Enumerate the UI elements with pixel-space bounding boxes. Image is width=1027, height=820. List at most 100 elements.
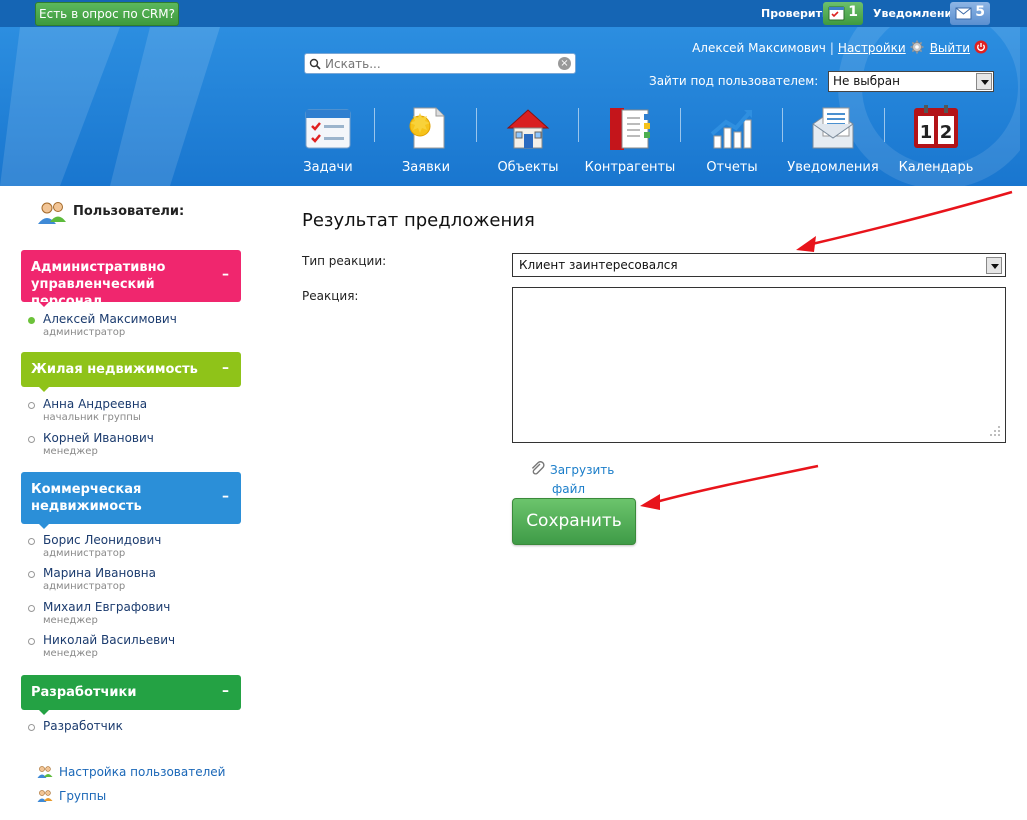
nav-reports[interactable]: Отчеты: [682, 104, 782, 175]
nav-separator: [884, 108, 885, 142]
nav-label: Объекты: [497, 160, 559, 175]
paperclip-icon: [531, 461, 545, 475]
logout-link[interactable]: Выйти: [930, 41, 970, 55]
objects-icon: [506, 109, 550, 149]
page-title: Результат предложения: [302, 210, 535, 231]
person-role: менеджер: [43, 446, 98, 457]
check-label: Проверить: [761, 7, 829, 20]
clear-icon[interactable]: ×: [558, 57, 571, 70]
collapse-icon[interactable]: –: [222, 489, 229, 506]
person-role: менеджер: [43, 615, 98, 626]
svg-text:1: 1: [920, 122, 933, 143]
nav-contractors[interactable]: Контрагенты: [580, 104, 680, 175]
collapse-icon[interactable]: –: [222, 673, 229, 708]
sidebar: Пользователи: Административно управленче…: [0, 186, 260, 820]
collapse-icon[interactable]: –: [222, 267, 229, 284]
save-button[interactable]: Сохранить: [512, 498, 636, 545]
sidebar-title: Пользователи:: [36, 202, 185, 224]
user-settings-link[interactable]: Настройка пользователей: [37, 765, 225, 779]
chevron-down-icon[interactable]: [986, 257, 1002, 274]
person-name: Марина Ивановна: [43, 566, 156, 580]
group-developers[interactable]: Разработчики –: [21, 673, 241, 715]
svg-text:2: 2: [940, 122, 953, 143]
header-decoration: [0, 27, 220, 186]
separator: |: [829, 41, 834, 55]
upload-text-line2: файл: [552, 482, 586, 496]
annotation-arrow: [796, 190, 1013, 252]
check-badge[interactable]: 1: [823, 2, 863, 25]
check-count: 1: [848, 4, 858, 20]
gear-icon[interactable]: [910, 40, 924, 54]
top-bar: Есть в опрос по CRM? Проверить 1 Уведомл…: [0, 0, 1027, 27]
power-icon[interactable]: [974, 40, 988, 54]
user-line: Алексей Максимович | Настройки Выйти: [692, 40, 994, 55]
collapse-icon[interactable]: –: [222, 350, 229, 385]
person-name: Алексей Максимович: [43, 312, 177, 326]
nav-notifications[interactable]: Уведомления: [783, 104, 883, 175]
requests-icon: [409, 107, 445, 149]
reaction-type-value: Клиент заинтересовался: [519, 258, 678, 272]
status-offline-icon: [28, 436, 35, 443]
chevron-down-icon[interactable]: [976, 73, 992, 90]
person-name: Корней Иванович: [43, 431, 154, 445]
group-commercial[interactable]: Коммерческая недвижимость –: [21, 472, 241, 529]
person-role: администратор: [43, 581, 126, 592]
nav-calendar[interactable]: 1 2 Календарь: [886, 104, 986, 175]
link-text: Группы: [59, 789, 107, 803]
survey-button[interactable]: Есть в опрос по CRM?: [35, 2, 179, 26]
reaction-type-select[interactable]: Клиент заинтересовался: [512, 253, 1006, 277]
person-name: Михаил Евграфович: [43, 600, 171, 614]
person-role: администратор: [43, 327, 126, 338]
sidebar-title-text: Пользователи:: [73, 204, 185, 219]
login-as-select[interactable]: Не выбран: [828, 71, 994, 92]
group-name: Разработчики: [31, 685, 137, 700]
login-as-label: Зайти под пользователем:: [649, 74, 819, 88]
person-name: Борис Леонидович: [43, 533, 162, 547]
nav-tasks[interactable]: Задачи: [278, 104, 378, 175]
notifications-label: Уведомления: [873, 7, 960, 20]
status-offline-icon: [28, 638, 35, 645]
search-input[interactable]: [325, 56, 555, 71]
tasks-icon: [305, 109, 351, 149]
reaction-textarea[interactable]: [512, 287, 1006, 443]
notifications-badge[interactable]: 5: [950, 2, 990, 25]
status-offline-icon: [28, 402, 35, 409]
contractors-icon: [610, 108, 650, 150]
status-offline-icon: [28, 605, 35, 612]
nav-requests[interactable]: Заявки: [376, 104, 476, 175]
nav-label: Задачи: [303, 160, 353, 175]
groups-link[interactable]: Группы: [37, 789, 106, 803]
resize-grip-icon[interactable]: [988, 424, 1002, 438]
group-name: Жилая недвижимость: [31, 362, 198, 377]
nav-label: Контрагенты: [584, 160, 676, 175]
nav-separator: [578, 108, 579, 142]
calendar-icon: 1 2: [914, 105, 958, 148]
person-role: начальник группы: [43, 412, 141, 423]
nav-label: Календарь: [898, 160, 974, 175]
group-name: Коммерческая недвижимость: [31, 482, 142, 514]
link-text: Настройка пользователей: [59, 765, 226, 779]
checklist-icon: [828, 6, 845, 21]
status-offline-icon: [28, 571, 35, 578]
login-as-value: Не выбран: [833, 74, 900, 88]
reports-icon: [710, 110, 752, 149]
person-role: менеджер: [43, 648, 98, 659]
nav-separator: [680, 108, 681, 142]
nav-label: Отчеты: [706, 160, 758, 175]
person-name: Анна Андреевна: [43, 397, 148, 411]
envelope-icon: [955, 7, 972, 20]
groups-icon: [37, 790, 53, 802]
status-online-icon: [28, 317, 35, 324]
annotation-arrow: [640, 464, 819, 510]
group-admin[interactable]: Административно управленческий персонал …: [21, 250, 241, 309]
upload-text-line1: Загрузить: [550, 463, 615, 477]
group-name: Административно управленческий персонал: [31, 260, 166, 309]
status-offline-icon: [28, 724, 35, 731]
header: × Алексей Максимович| Настройки Выйти Зай…: [0, 27, 1027, 186]
group-residential[interactable]: Жилая недвижимость –: [21, 350, 241, 392]
settings-link[interactable]: Настройки: [838, 41, 906, 55]
nav-label: Уведомления: [787, 160, 879, 175]
reaction-label: Реакция:: [302, 289, 359, 303]
search-box: ×: [304, 53, 576, 74]
nav-objects[interactable]: Объекты: [478, 104, 578, 175]
